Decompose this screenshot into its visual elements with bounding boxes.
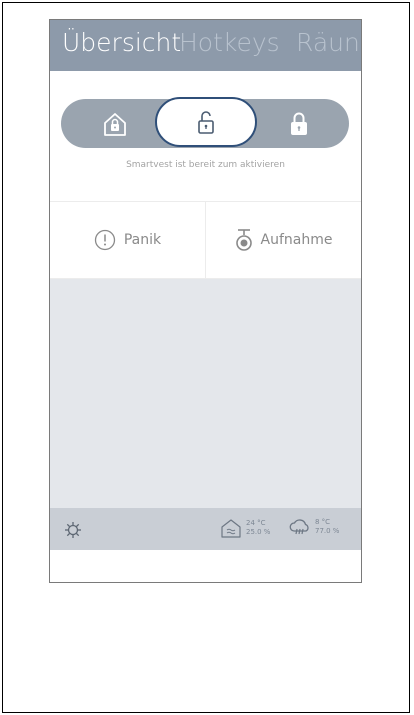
alert-icon bbox=[94, 229, 116, 251]
panic-button[interactable]: Panik bbox=[50, 202, 205, 278]
content-area bbox=[50, 279, 361, 508]
status-footer: 24 °C 25.0 % 8 °C 77.0 % bbox=[50, 508, 361, 550]
tab-rooms[interactable]: Räun bbox=[296, 28, 360, 58]
arm-mode-button[interactable] bbox=[251, 99, 347, 148]
indoor-humidity: 25.0 % bbox=[246, 528, 271, 536]
arm-mode-selector bbox=[61, 97, 349, 148]
indoor-readings: 24 °C 25.0 % bbox=[246, 519, 270, 537]
home-mode-button[interactable] bbox=[67, 99, 163, 148]
gear-icon bbox=[65, 522, 81, 538]
tab-overview[interactable]: Übersicht bbox=[62, 28, 181, 58]
indoor-climate: 24 °C 25.0 % bbox=[220, 518, 270, 538]
record-label: Aufnahme bbox=[260, 232, 333, 248]
settings-button[interactable] bbox=[64, 521, 82, 543]
disarm-mode-button[interactable] bbox=[155, 97, 257, 147]
lock-icon bbox=[291, 112, 307, 135]
outdoor-climate: 8 °C 77.0 % bbox=[289, 518, 339, 536]
top-tab-bar: Übersicht Hotkeys Räun bbox=[50, 20, 361, 71]
record-button[interactable]: Aufnahme bbox=[206, 202, 361, 278]
outdoor-humidity: 77.0 % bbox=[315, 527, 340, 535]
arm-status-text: Smartvest ist bereit zum aktivieren bbox=[126, 160, 285, 170]
outdoor-readings: 8 °C 77.0 % bbox=[315, 518, 339, 536]
cloud-rain-icon bbox=[289, 519, 309, 535]
indoor-temperature: 24 °C bbox=[246, 519, 266, 527]
app-screen: Übersicht Hotkeys Räun Smartvest ist ber… bbox=[49, 19, 362, 583]
home-lock-icon bbox=[104, 112, 126, 136]
house-climate-icon bbox=[221, 519, 241, 538]
camera-icon bbox=[235, 229, 252, 251]
outdoor-temperature: 8 °C bbox=[315, 518, 331, 526]
tab-hotkeys[interactable]: Hotkeys bbox=[179, 28, 280, 58]
unlock-icon bbox=[198, 111, 214, 134]
panic-label: Panik bbox=[123, 232, 162, 248]
